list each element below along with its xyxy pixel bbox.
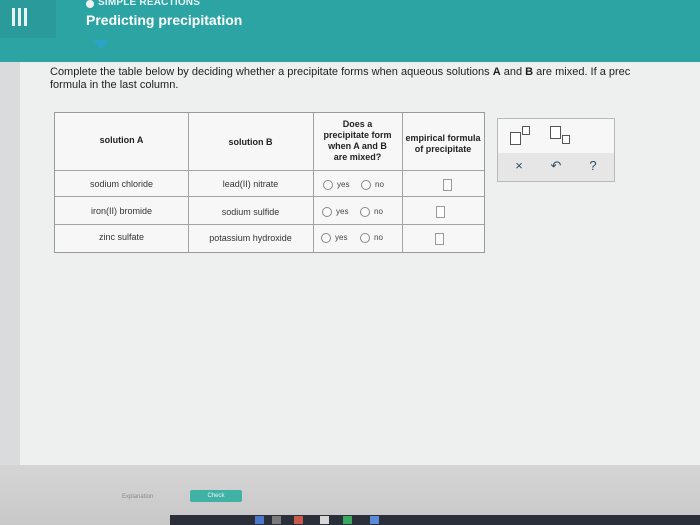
precipitation-table: solution A solution B Does a precipitate… (54, 112, 485, 253)
row2-solution-b: sodium sulfide (221, 207, 280, 217)
chevron-down-icon[interactable] (93, 40, 109, 49)
row2-solution-a: iron(II) bromide (90, 206, 153, 216)
row3-no-label: no (374, 233, 383, 242)
top-header (0, 0, 700, 62)
row2-no-radio[interactable] (360, 207, 370, 217)
row2-yes-radio[interactable] (322, 207, 332, 217)
table-divider (55, 196, 484, 197)
row1-solution-a: sodium chloride (89, 179, 154, 189)
instructions-b: B (525, 66, 534, 78)
header-precipitate: Does a precipitate form when A and B are… (313, 119, 402, 163)
page-title: Predicting precipitation (86, 12, 243, 28)
taskbar-app-icon[interactable] (272, 516, 281, 524)
row3-yes-radio[interactable] (321, 233, 331, 243)
menu-button[interactable] (0, 0, 56, 38)
instructions-a: A (492, 66, 501, 78)
explanation-button[interactable]: Explanation (122, 494, 153, 500)
taskbar-app-icon[interactable] (255, 516, 264, 524)
row3-yes-label: yes (335, 233, 348, 242)
row1-formula-input[interactable] (443, 179, 452, 191)
taskbar-app-icon[interactable] (370, 516, 379, 524)
status-dot-icon (86, 0, 94, 8)
row2-formula-input[interactable] (436, 206, 445, 218)
row1-no-radio[interactable] (361, 180, 371, 190)
header-solution-b: solution B (228, 137, 273, 147)
header-precipitate-line: when A and B (328, 141, 387, 151)
superscript-base-icon (510, 132, 521, 145)
taskbar-app-icon[interactable] (294, 516, 303, 524)
header-formula-line: empirical formula (405, 133, 481, 143)
row1-solution-b: lead(II) nitrate (222, 179, 279, 189)
taskbar-app-icon[interactable] (320, 516, 329, 524)
instructions-text: are mixed. If a prec (533, 66, 631, 78)
table-divider (55, 170, 484, 171)
header-precipitate-line: precipitate form (323, 130, 392, 140)
subscript-button[interactable] (550, 126, 576, 146)
row2-no-label: no (374, 207, 383, 216)
formula-toolbox: × ↶ ? (497, 118, 615, 182)
subscript-index-icon (562, 135, 570, 144)
header-precipitate-line: are mixed? (333, 152, 382, 162)
instructions: Complete the table below by deciding whe… (50, 66, 700, 92)
row1-yes-label: yes (337, 180, 350, 189)
taskbar (170, 515, 700, 525)
table-divider (55, 224, 484, 225)
check-button[interactable]: Check (190, 490, 242, 502)
header-formula: empirical formula of precipitate (402, 133, 484, 155)
row3-solution-b: potassium hydroxide (209, 233, 292, 243)
clear-button[interactable]: × (504, 155, 534, 177)
superscript-exp-icon (522, 126, 530, 135)
header-precipitate-line: Does a (342, 119, 373, 129)
row3-solution-a: zinc sulfate (98, 232, 145, 242)
instructions-text: Complete the table below by deciding whe… (50, 66, 493, 78)
instructions-text: and (500, 66, 526, 78)
menu-icon (12, 8, 15, 26)
header-solution-a: solution A (99, 135, 144, 145)
row3-no-radio[interactable] (360, 233, 370, 243)
subscript-base-icon (550, 126, 561, 139)
menu-icon-bar (24, 8, 27, 26)
toolbox-top-row (498, 119, 614, 153)
help-button[interactable]: ? (578, 155, 608, 177)
undo-button[interactable]: ↶ (541, 155, 571, 177)
toolbox-bottom-row: × ↶ ? (498, 153, 614, 181)
taskbar-app-icon[interactable] (343, 516, 352, 524)
row2-yes-label: yes (336, 207, 349, 216)
header-formula-line: of precipitate (414, 144, 472, 154)
instructions-line2: formula in the last column. (50, 79, 179, 91)
superscript-button[interactable] (510, 126, 536, 146)
row3-formula-input[interactable] (435, 233, 444, 245)
menu-icon-bar (18, 8, 21, 26)
section-title: SIMPLE REACTIONS (98, 0, 201, 8)
row1-yes-radio[interactable] (323, 180, 333, 190)
row1-no-label: no (375, 180, 384, 189)
